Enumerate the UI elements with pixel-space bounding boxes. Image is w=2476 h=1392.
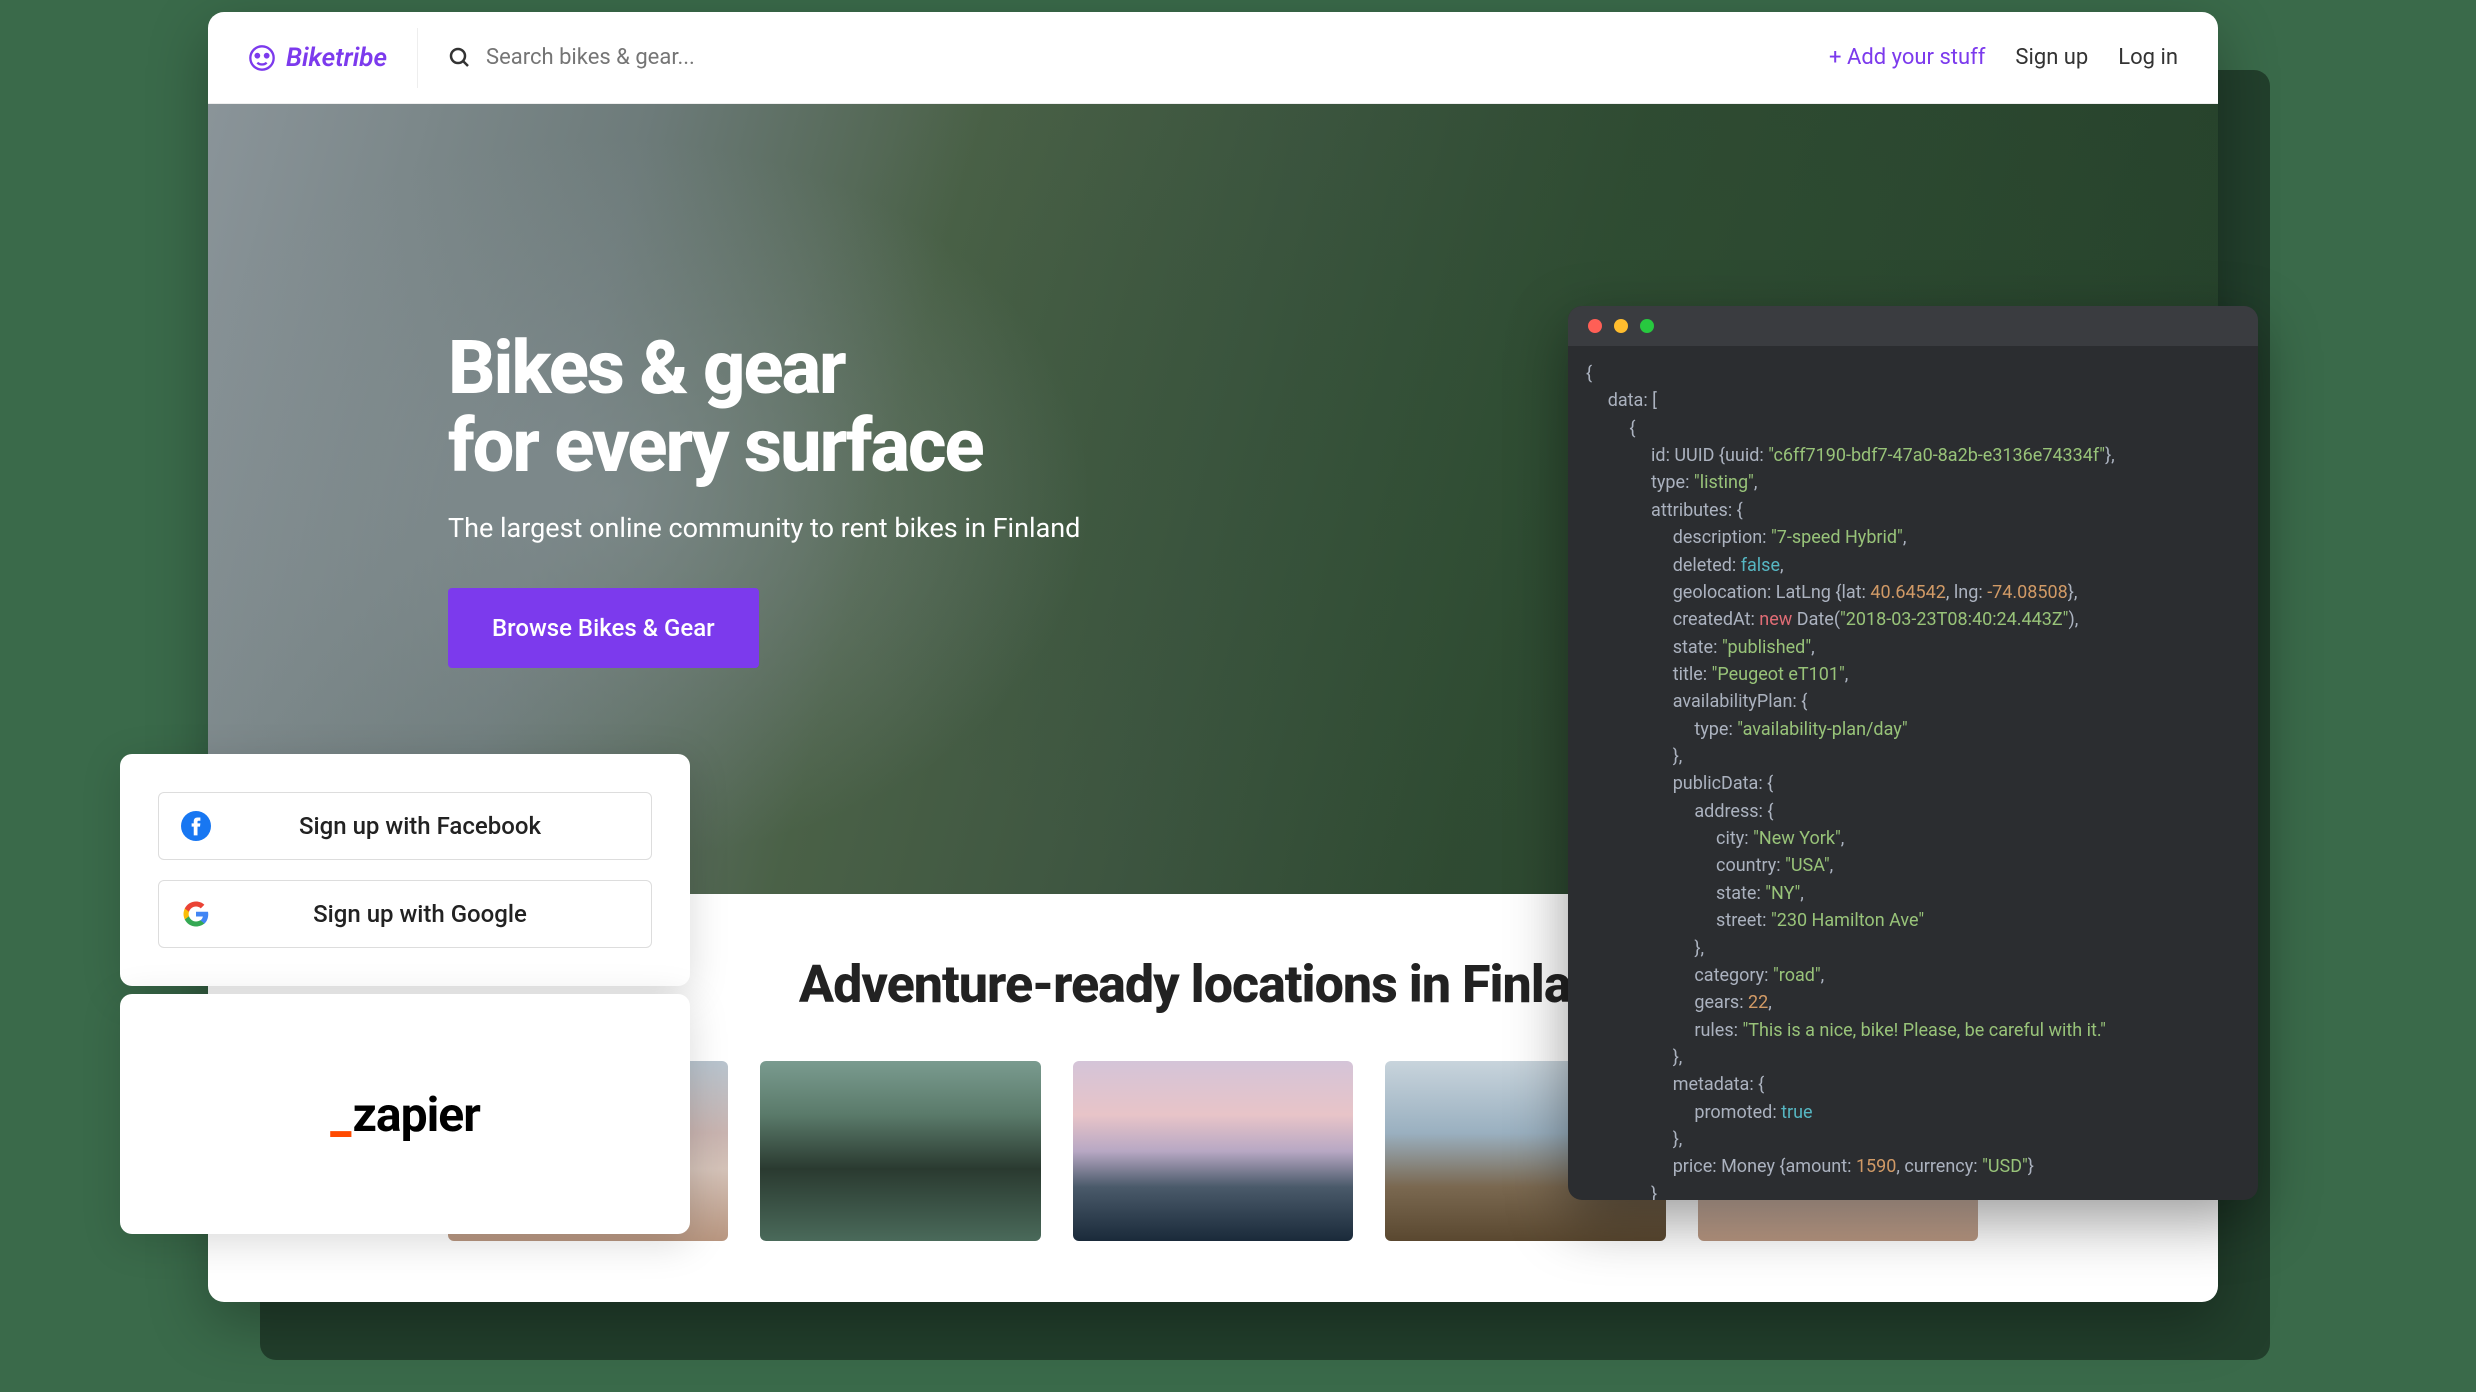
- zapier-logo: _zapier: [330, 1086, 480, 1143]
- location-card[interactable]: [1073, 1061, 1353, 1241]
- signup-link[interactable]: Sign up: [2015, 45, 2088, 70]
- site-header: Biketribe + Add your stuff Sign up Log i…: [208, 12, 2218, 104]
- logo-icon: [248, 44, 276, 72]
- logo[interactable]: Biketribe: [248, 28, 418, 88]
- search-container: [448, 45, 1829, 70]
- browse-button[interactable]: Browse Bikes & Gear: [448, 588, 759, 668]
- header-links: + Add your stuff Sign up Log in: [1829, 45, 2178, 70]
- hero-title-line2: for every surface: [448, 403, 983, 490]
- add-stuff-link[interactable]: + Add your stuff: [1829, 45, 1985, 70]
- signup-google-button[interactable]: Sign up with Google: [158, 880, 652, 948]
- facebook-button-label: Sign up with Facebook: [211, 812, 629, 840]
- zapier-card: _zapier: [120, 994, 690, 1234]
- location-card[interactable]: [760, 1061, 1040, 1241]
- social-signup-card: Sign up with Facebook Sign up with Googl…: [120, 754, 690, 986]
- zapier-underscore-icon: _: [330, 1086, 350, 1143]
- hero-title-line1: Bikes & gear: [448, 325, 845, 412]
- logo-text: Biketribe: [286, 43, 387, 73]
- zapier-text: zapier: [352, 1086, 479, 1143]
- search-input[interactable]: [486, 45, 886, 70]
- google-button-label: Sign up with Google: [211, 900, 629, 928]
- hero-title: Bikes & gear for every surface: [448, 330, 2218, 485]
- google-icon: [181, 899, 211, 929]
- facebook-icon: [181, 811, 211, 841]
- login-link[interactable]: Log in: [2118, 45, 2178, 70]
- signup-facebook-button[interactable]: Sign up with Facebook: [158, 792, 652, 860]
- search-icon: [448, 46, 472, 70]
- hero-subtitle: The largest online community to rent bik…: [448, 512, 2218, 544]
